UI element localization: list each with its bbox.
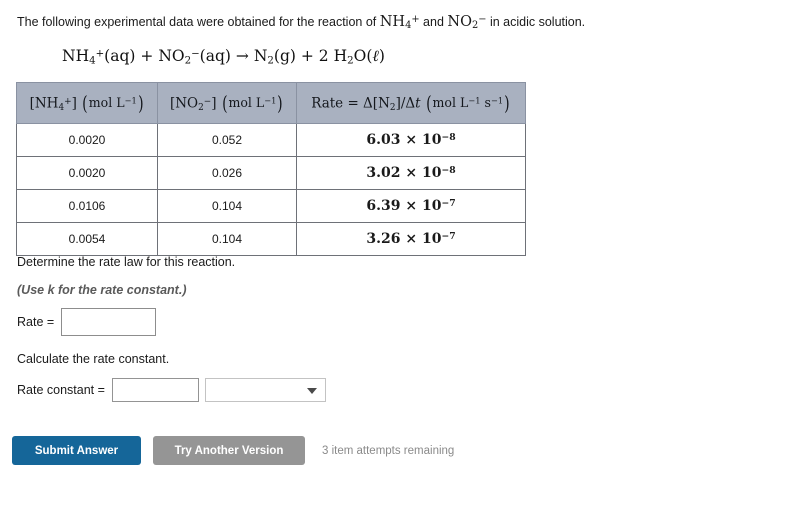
rate-input[interactable] [61, 308, 157, 336]
rate-constant-input[interactable] [111, 378, 199, 402]
cell-nh4: 0.0020 [16, 156, 158, 190]
kinetics-data-table: [NH4+] (mol L−1) [NO2−] (mol L−1) Rate =… [16, 82, 526, 256]
cell-no2: 0.104 [157, 222, 297, 256]
intro-text-prefix: The following experimental data were obt… [17, 15, 380, 30]
intro-formula-ammonium: NH4+ [379, 14, 420, 32]
table-row: 0.0054 0.104 3.26 × 10−7 [16, 222, 526, 256]
question-1-text: Determine the rate law for this reaction… [17, 255, 236, 269]
units-select[interactable] [204, 378, 326, 402]
cell-rate: 3.26 × 10−7 [296, 222, 526, 256]
cell-rate: 6.03 × 10−8 [296, 123, 526, 157]
attempts-remaining-text: 3 item attempts remaining [322, 444, 455, 457]
cell-nh4: 0.0020 [16, 123, 158, 157]
equation-plus-2: + [300, 47, 314, 65]
chevron-down-icon [306, 388, 317, 394]
question-1-note: (Use k for the rate constant.) [17, 283, 187, 297]
intro-paragraph: The following experimental data were obt… [17, 12, 585, 34]
try-another-version-button[interactable]: Try Another Version [153, 436, 305, 465]
intro-text-joiner: and [419, 15, 448, 30]
equation-reactant-ammonium: NH4+(aq) [62, 47, 136, 67]
cell-no2: 0.104 [157, 189, 297, 223]
action-button-row: Submit Answer Try Another Version 3 item… [12, 436, 454, 465]
problem-page: The following experimental data were obt… [0, 0, 794, 518]
rate-constant-answer-row: Rate constant = [17, 378, 326, 402]
rate-answer-row: Rate = [17, 308, 157, 336]
cell-nh4: 0.0106 [16, 189, 158, 223]
cell-no2: 0.052 [157, 123, 297, 157]
rate-constant-label: Rate constant = [17, 383, 105, 397]
submit-answer-button[interactable]: Submit Answer [12, 436, 141, 465]
equation-arrow: → [235, 47, 249, 65]
cell-nh4: 0.0054 [16, 222, 158, 256]
table-row: 0.0020 0.026 3.02 × 10−8 [16, 156, 526, 190]
equation-product-water: 2 H2O(ℓ) [318, 47, 385, 67]
column-header-nh4: [NH4+] (mol L−1) [16, 82, 158, 124]
intro-formula-nitrite: NO2− [447, 14, 487, 32]
column-header-no2: [NO2−] (mol L−1) [157, 82, 297, 124]
table-header-row: [NH4+] (mol L−1) [NO2−] (mol L−1) Rate =… [16, 82, 526, 124]
table-row: 0.0106 0.104 6.39 × 10−7 [16, 189, 526, 223]
cell-rate: 6.39 × 10−7 [296, 189, 526, 223]
question-2-text: Calculate the rate constant. [17, 352, 170, 366]
table-row: 0.0020 0.052 6.03 × 10−8 [16, 123, 526, 157]
equation-product-nitrogen: N2(g) [253, 47, 296, 67]
rate-label: Rate = [17, 315, 55, 329]
column-header-rate: Rate = Δ[N2]/Δt (mol L−1 s−1) [296, 82, 526, 124]
equation-plus-1: + [140, 47, 154, 65]
cell-rate: 3.02 × 10−8 [296, 156, 526, 190]
intro-text-suffix: in acidic solution. [486, 15, 586, 30]
cell-no2: 0.026 [157, 156, 297, 190]
equation-reactant-nitrite: NO2−(aq) [158, 47, 231, 67]
chemical-equation: NH4+(aq) + NO2−(aq) → N2(g) + 2 H2O(ℓ) [62, 47, 385, 66]
